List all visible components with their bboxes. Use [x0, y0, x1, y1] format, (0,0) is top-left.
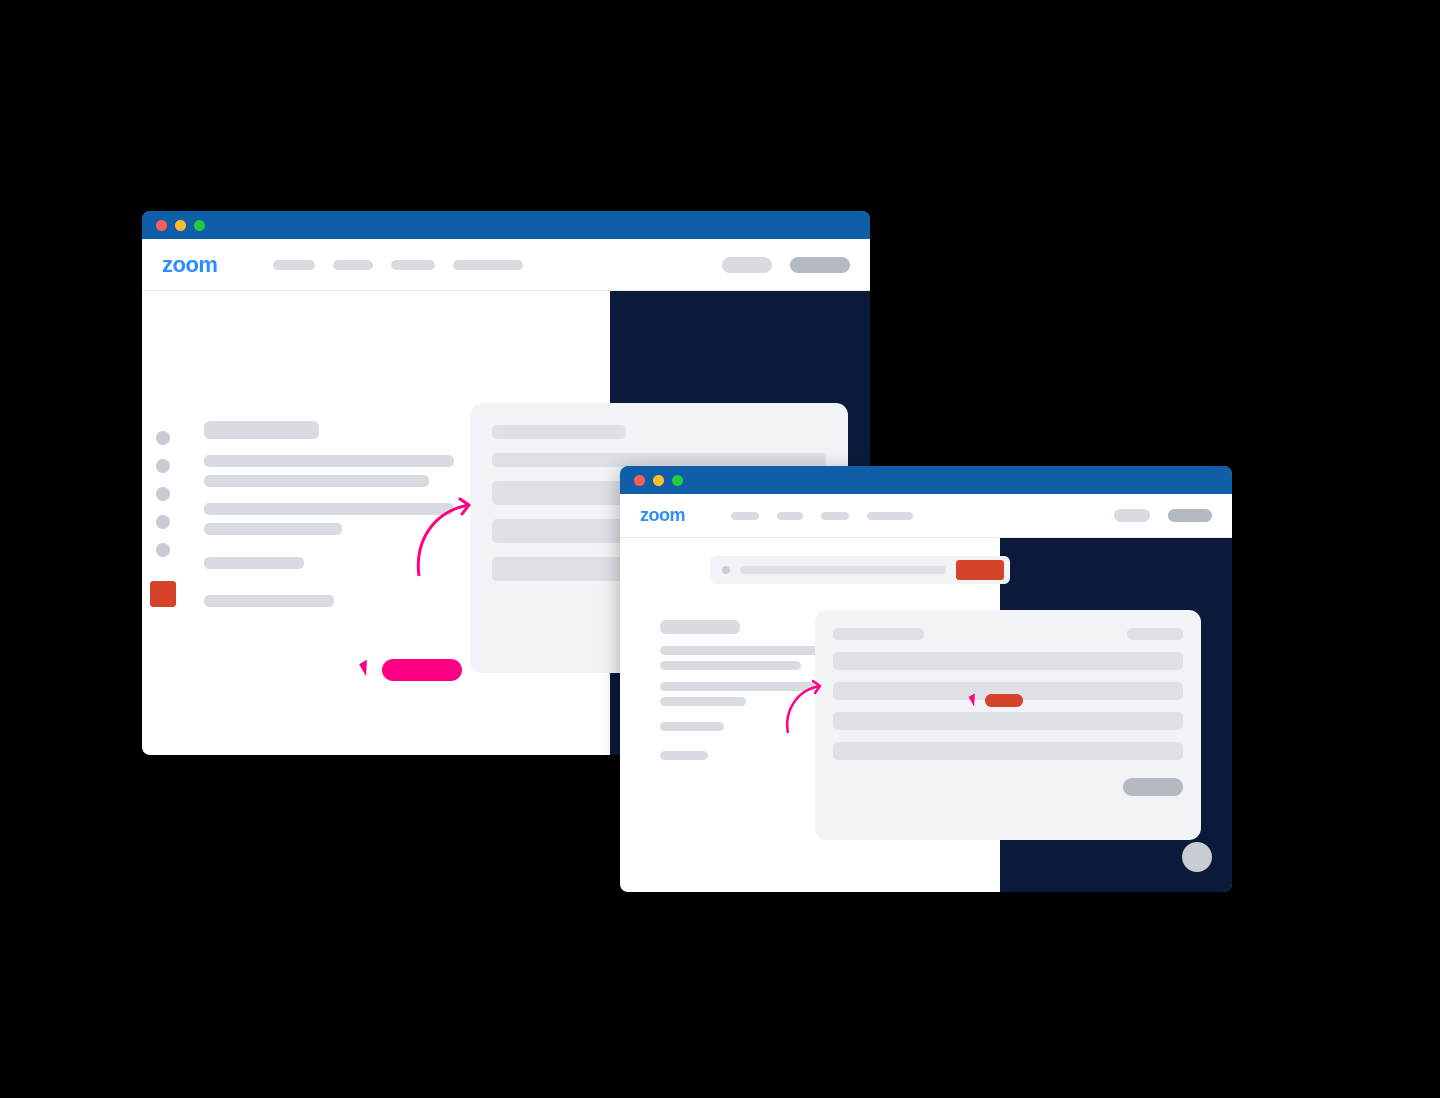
- side-rail: [142, 431, 184, 607]
- nav-item[interactable]: [731, 512, 759, 520]
- text-line: [204, 523, 342, 535]
- nav-item[interactable]: [453, 260, 523, 270]
- text-line: [660, 722, 724, 731]
- text-line: [660, 697, 746, 706]
- minimize-icon[interactable]: [653, 475, 664, 486]
- search-icon: [722, 566, 730, 574]
- heading-placeholder: [204, 421, 319, 439]
- rail-item[interactable]: [156, 459, 170, 473]
- card-line: [492, 453, 826, 467]
- content-column: [660, 620, 820, 760]
- nav-item[interactable]: [867, 512, 913, 520]
- brand-logo: zoom: [162, 252, 217, 278]
- close-icon[interactable]: [156, 220, 167, 231]
- close-icon[interactable]: [634, 475, 645, 486]
- nav-item[interactable]: [273, 260, 315, 270]
- titlebar: [620, 466, 1232, 494]
- rail-item[interactable]: [156, 487, 170, 501]
- browser-window-secondary: zoom: [620, 466, 1232, 892]
- card-line: [833, 742, 1183, 760]
- card-meta: [1127, 628, 1183, 640]
- navbar: zoom: [142, 239, 870, 291]
- nav-item[interactable]: [333, 260, 373, 270]
- maximize-icon[interactable]: [194, 220, 205, 231]
- rail-item-active[interactable]: [150, 581, 176, 607]
- text-line: [660, 646, 820, 655]
- nav-item[interactable]: [821, 512, 849, 520]
- action-button[interactable]: [382, 659, 462, 681]
- card-line: [833, 652, 1183, 670]
- text-line: [204, 455, 454, 467]
- card-action-button[interactable]: [1123, 778, 1183, 796]
- brand-logo: zoom: [640, 505, 685, 526]
- minimize-icon[interactable]: [175, 220, 186, 231]
- card-title: [492, 425, 626, 439]
- text-line: [204, 475, 429, 487]
- nav-button-secondary[interactable]: [1114, 509, 1150, 522]
- text-line: [660, 751, 708, 760]
- nav-button-primary[interactable]: [790, 257, 850, 273]
- nav-item[interactable]: [391, 260, 435, 270]
- text-line: [204, 595, 334, 607]
- search-input[interactable]: [740, 566, 946, 574]
- nav-item[interactable]: [777, 512, 803, 520]
- navbar: zoom: [620, 494, 1232, 538]
- nav-button-secondary[interactable]: [722, 257, 772, 273]
- highlight-button[interactable]: [985, 694, 1023, 707]
- search-bar[interactable]: [710, 556, 1010, 584]
- fab-button[interactable]: [1182, 842, 1212, 872]
- popup-card: [815, 610, 1201, 840]
- titlebar: [142, 211, 870, 239]
- rail-item[interactable]: [156, 515, 170, 529]
- card-title: [833, 628, 924, 640]
- search-button[interactable]: [956, 560, 1004, 580]
- card-line: [833, 712, 1183, 730]
- text-line: [660, 682, 820, 691]
- nav-button-primary[interactable]: [1168, 509, 1212, 522]
- maximize-icon[interactable]: [672, 475, 683, 486]
- text-line: [204, 557, 304, 569]
- content-column: [204, 421, 454, 607]
- rail-item[interactable]: [156, 543, 170, 557]
- heading-placeholder: [660, 620, 740, 634]
- rail-item[interactable]: [156, 431, 170, 445]
- text-line: [204, 503, 454, 515]
- text-line: [660, 661, 801, 670]
- cursor-icon: [359, 660, 374, 677]
